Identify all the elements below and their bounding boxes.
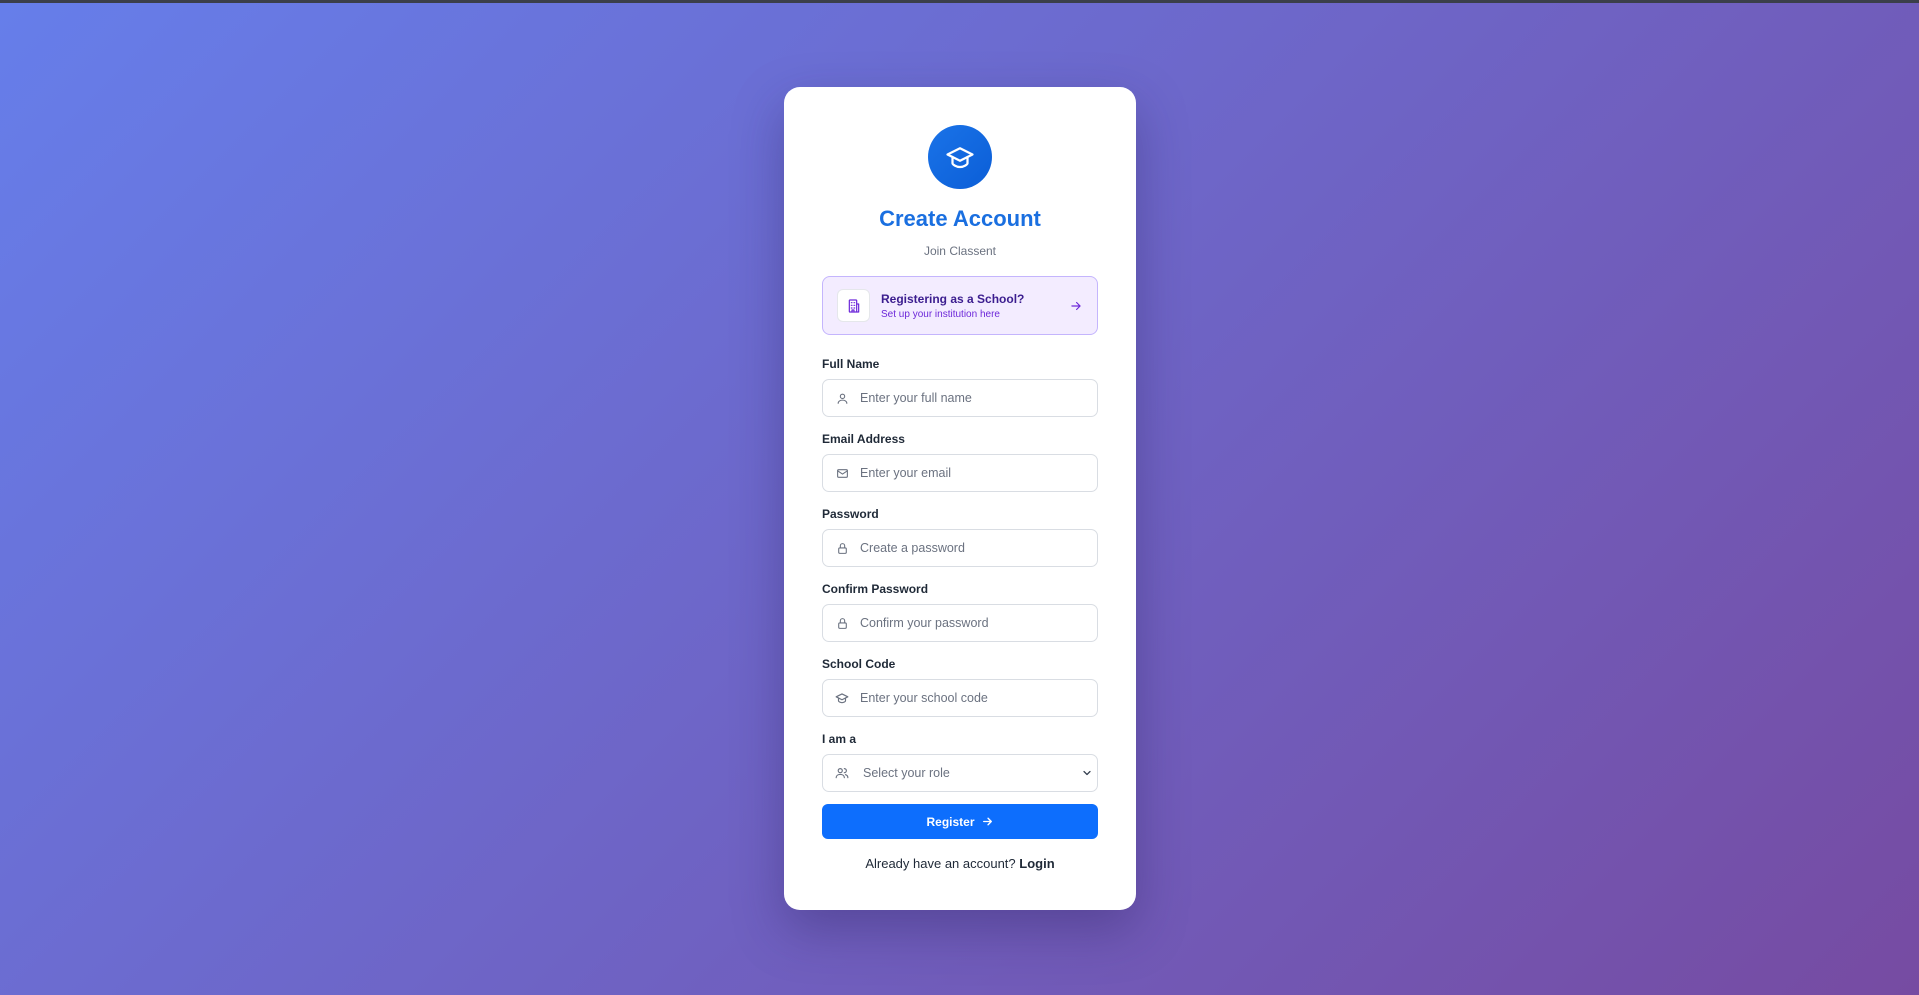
lock-icon [835, 541, 849, 555]
role-select[interactable]: Select your role [860, 755, 1097, 791]
mail-icon [835, 466, 849, 480]
school-code-input[interactable] [860, 680, 1097, 716]
role-field: Select your role [822, 754, 1098, 792]
top-border [0, 0, 1919, 3]
password-label: Password [822, 507, 879, 521]
lock-icon [835, 616, 849, 630]
page-title: Create Account [879, 206, 1041, 231]
register-school-link[interactable]: Registering as a School? Set up your ins… [822, 276, 1098, 335]
building-icon [848, 298, 859, 313]
full-name-input[interactable] [860, 380, 1097, 416]
email-field [822, 454, 1098, 492]
password-input[interactable] [860, 530, 1097, 566]
banner-icon-box [837, 289, 870, 322]
role-label: I am a [822, 732, 857, 746]
full-name-label: Full Name [822, 357, 880, 371]
banner-title: Registering as a School? [881, 291, 1025, 306]
confirm-password-label: Confirm Password [822, 582, 929, 596]
login-prompt: Already have an account? Login [784, 856, 1136, 871]
full-name-field [822, 379, 1098, 417]
password-field [822, 529, 1098, 567]
school-code-field [822, 679, 1098, 717]
school-code-label: School Code [822, 657, 896, 671]
page-subtitle: Join Classent [923, 244, 997, 258]
users-icon [835, 766, 849, 780]
confirm-password-field [822, 604, 1098, 642]
login-prompt-text: Already have an account? [865, 856, 1016, 871]
banner-arrow [1069, 299, 1083, 313]
email-input[interactable] [860, 455, 1097, 491]
user-icon [835, 391, 849, 405]
confirm-password-input[interactable] [860, 605, 1097, 641]
graduation-cap-icon [835, 691, 849, 705]
register-button[interactable]: Register [822, 804, 1098, 839]
arrow-right-icon [1071, 301, 1081, 310]
register-card: Create Account Join Classent Registering… [784, 87, 1136, 910]
graduation-cap-icon [946, 147, 974, 169]
arrow-right-icon [982, 817, 992, 826]
email-label: Email Address [822, 432, 905, 446]
register-button-label: Register [926, 814, 975, 829]
banner-text: Registering as a School? Set up your ins… [881, 292, 1069, 320]
login-link[interactable]: Login [1019, 856, 1054, 871]
banner-subtitle: Set up your institution here [881, 308, 1000, 320]
logo [928, 125, 992, 189]
